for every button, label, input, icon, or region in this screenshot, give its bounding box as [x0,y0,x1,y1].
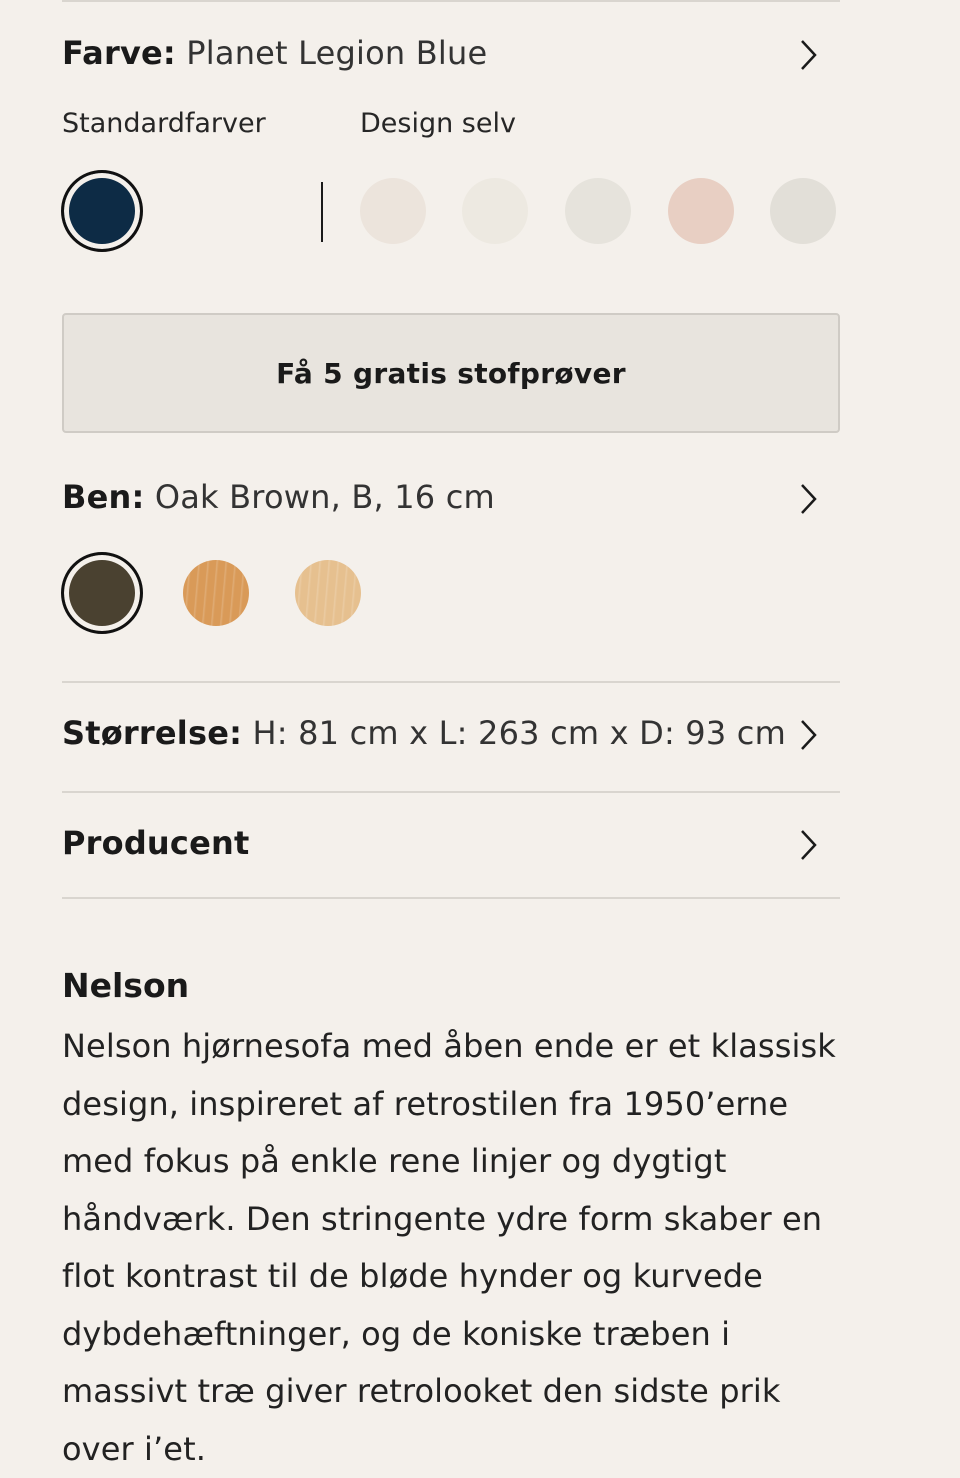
tab-design-yourself[interactable]: Design selv [360,108,516,139]
description-text: Nelson hjørnesofa med åben ende er et kl… [62,1027,836,1468]
design-colour-swatch[interactable] [668,178,734,244]
producer-chevron-right-icon[interactable] [798,828,820,862]
leg-swatch[interactable] [295,560,361,626]
description-title: Nelson [62,966,190,1005]
divider [62,897,840,899]
colour-label: Farve: [62,34,176,72]
producer-row[interactable]: Producent [62,824,249,862]
colour-value: Planet Legion Blue [186,34,488,72]
tab-standard-colours[interactable]: Standardfarver [62,108,266,139]
size-row[interactable]: Størrelse: H: 81 cm x L: 263 cm x D: 93 … [62,714,786,752]
size-value: H: 81 cm x L: 263 cm x D: 93 cm [252,714,786,752]
top-divider [62,0,840,2]
colour-row[interactable]: Farve: Planet Legion Blue [62,34,487,72]
producer-label: Producent [62,824,250,862]
divider [62,681,840,683]
size-chevron-right-icon[interactable] [798,718,820,752]
swatch-divider [321,182,323,242]
colour-swatch-selected[interactable] [61,170,143,252]
leg-swatch[interactable] [183,560,249,626]
free-samples-button[interactable]: Få 5 gratis stofprøver [62,313,840,433]
design-colour-swatch[interactable] [770,178,836,244]
divider [62,791,840,793]
legs-label: Ben: [62,478,145,516]
colour-chevron-right-icon[interactable] [798,38,820,72]
size-label: Størrelse: [62,714,243,752]
legs-value: Oak Brown, B, 16 cm [154,478,495,516]
legs-row[interactable]: Ben: Oak Brown, B, 16 cm [62,478,495,516]
legs-chevron-right-icon[interactable] [798,482,820,516]
leg-swatch-selected[interactable] [61,552,143,634]
design-colour-swatch[interactable] [462,178,528,244]
design-colour-swatch[interactable] [565,178,631,244]
design-colour-swatch[interactable] [360,178,426,244]
